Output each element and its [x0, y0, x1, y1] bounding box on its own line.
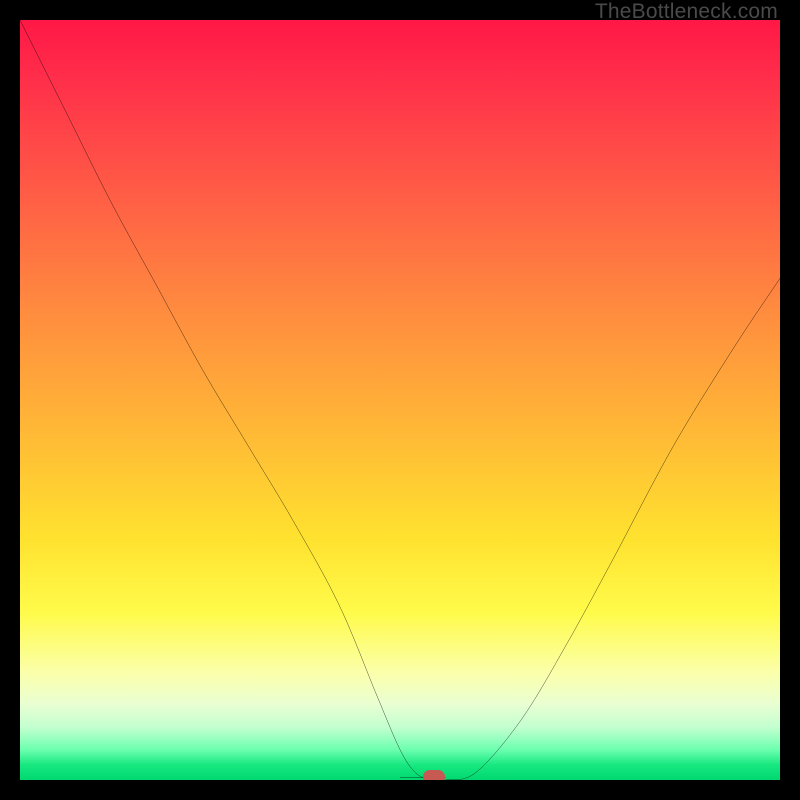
bottleneck-curve [20, 20, 780, 780]
plot-area [20, 20, 780, 780]
optimal-point-marker [423, 770, 445, 780]
chart-frame: TheBottleneck.com [0, 0, 800, 800]
watermark-text: TheBottleneck.com [595, 0, 778, 24]
